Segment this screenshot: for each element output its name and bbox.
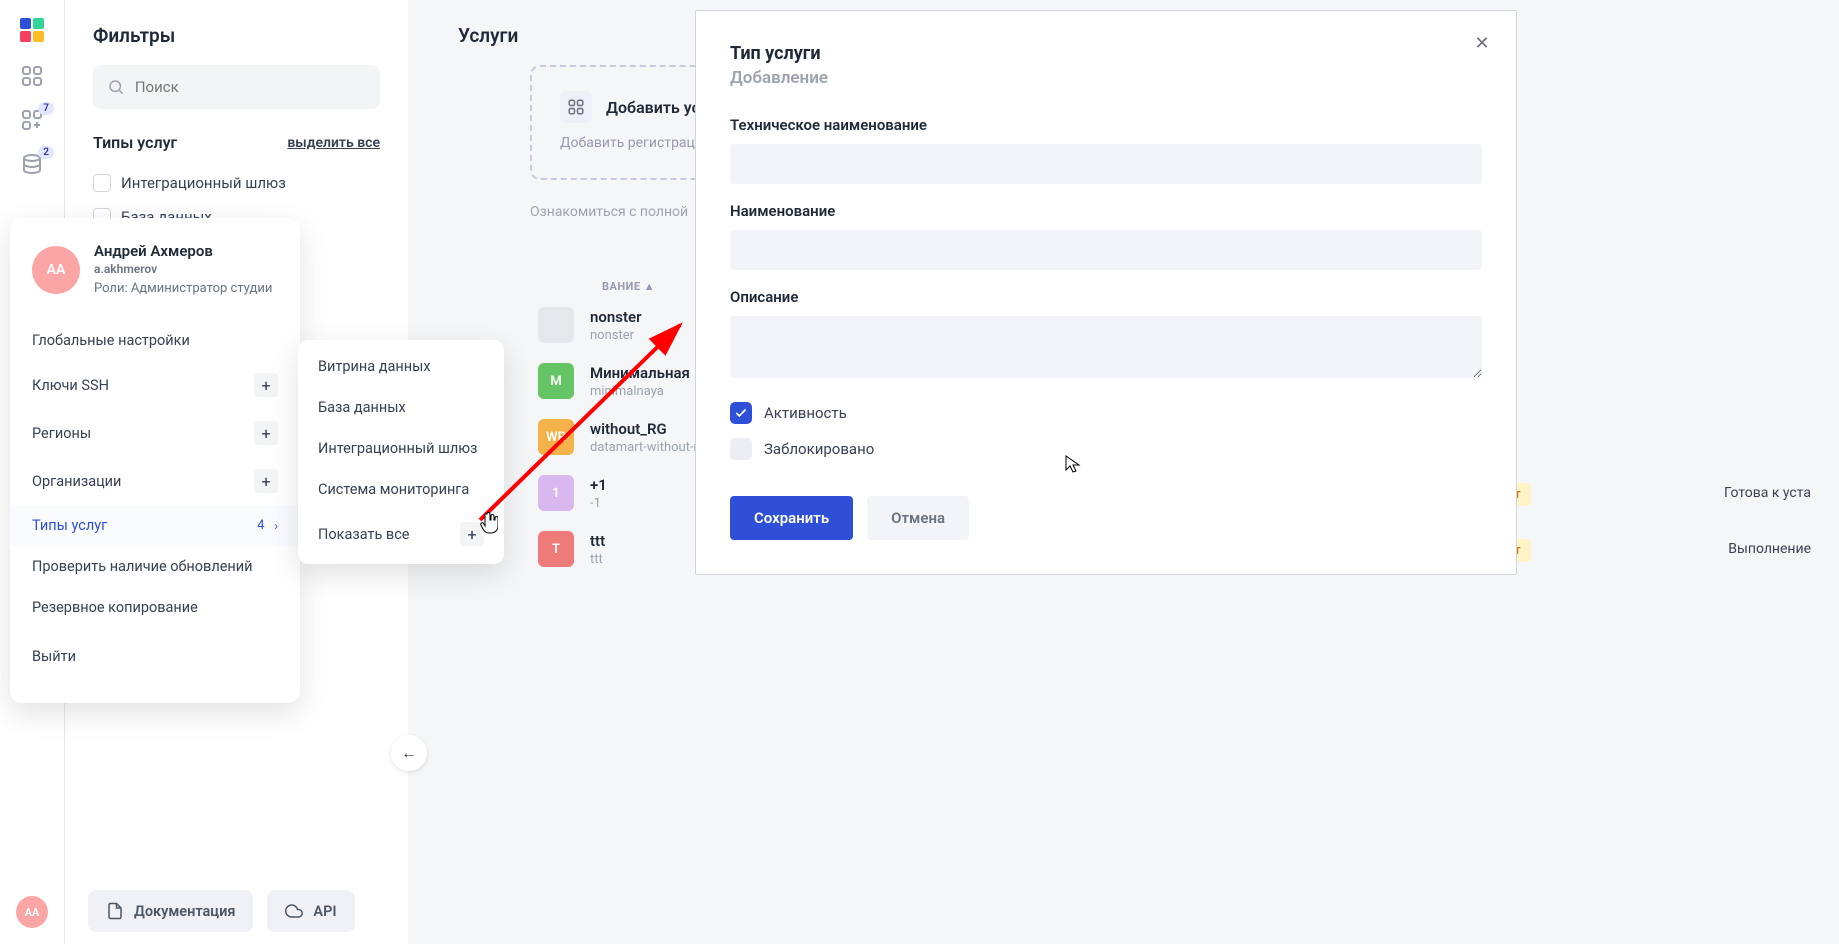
service-avatar: 1 xyxy=(538,475,574,511)
docs-button[interactable]: Документация xyxy=(88,890,253,932)
input-name[interactable] xyxy=(730,230,1482,270)
nav-apps-icon[interactable]: 7 xyxy=(20,108,44,132)
label-description: Описание xyxy=(730,288,1482,306)
search-input[interactable] xyxy=(135,78,366,96)
service-avatar: M xyxy=(538,363,574,399)
nav-dashboard-icon[interactable] xyxy=(20,64,44,88)
submenu-item[interactable]: Витрина данных xyxy=(298,346,504,387)
api-button[interactable]: API xyxy=(267,890,354,932)
checkbox-icon[interactable] xyxy=(93,174,111,192)
menu-item-service-types[interactable]: Типы услуг 4 › xyxy=(10,505,300,546)
nav-database-icon[interactable]: 2 xyxy=(20,152,44,176)
docs-label: Документация xyxy=(134,903,235,920)
filter-section-title: Типы услуг xyxy=(93,133,177,152)
menu-label: Проверить наличие обновлений xyxy=(32,558,253,575)
app-logo xyxy=(18,16,46,44)
add-service-type-button[interactable]: + xyxy=(460,522,484,546)
input-tech-name[interactable] xyxy=(730,144,1482,184)
menu-label: Ключи SSH xyxy=(32,377,109,394)
filter-item[interactable]: Интеграционный шлюз xyxy=(93,166,380,200)
menu-label: Организации xyxy=(32,473,121,490)
rail-avatar[interactable]: AA xyxy=(16,896,48,928)
filter-select-all[interactable]: выделить все xyxy=(287,135,380,151)
user-popover: АА Андрей Ахмеров a.akhmerov Роли: Админ… xyxy=(10,218,300,703)
document-icon xyxy=(106,902,124,920)
submenu-label: База данных xyxy=(318,399,406,416)
filter-item-label: Интеграционный шлюз xyxy=(121,174,286,192)
cancel-button[interactable]: Отмена xyxy=(867,496,969,540)
submenu-item[interactable]: Система мониторинга xyxy=(298,469,504,510)
menu-item-updates[interactable]: Проверить наличие обновлений xyxy=(10,546,300,587)
service-avatar xyxy=(538,307,574,343)
nav-db-badge: 2 xyxy=(38,146,54,159)
label-name: Наименование xyxy=(730,202,1482,220)
add-ssh-button[interactable]: + xyxy=(254,373,278,397)
service-types-count: 4 xyxy=(257,518,264,533)
menu-item-global[interactable]: Глобальные настройки xyxy=(10,320,300,361)
checkbox-locked[interactable] xyxy=(730,438,752,460)
filters-title: Фильтры xyxy=(93,24,380,47)
api-label: API xyxy=(313,903,336,920)
input-description[interactable] xyxy=(730,316,1482,378)
user-avatar: АА xyxy=(32,246,80,294)
save-button[interactable]: Сохранить xyxy=(730,496,853,540)
menu-item-regions[interactable]: Регионы + xyxy=(10,409,300,457)
service-avatar: WR xyxy=(538,419,574,455)
submenu-label: Витрина данных xyxy=(318,358,431,375)
service-status: Готова к уста xyxy=(1724,485,1811,501)
menu-item-logout[interactable]: Выйти xyxy=(10,636,300,677)
menu-label: Глобальные настройки xyxy=(32,332,190,349)
nav-apps-badge: 7 xyxy=(38,102,54,115)
service-status: Выполнение xyxy=(1728,541,1811,557)
back-button[interactable]: ← xyxy=(391,735,427,771)
check-icon xyxy=(734,406,748,420)
menu-label: Резервное копирование xyxy=(32,599,198,616)
search-icon xyxy=(107,77,125,97)
checkbox-active[interactable] xyxy=(730,402,752,424)
label-tech-name: Техническое наименование xyxy=(730,116,1482,134)
menu-label: Выйти xyxy=(32,648,76,665)
add-org-button[interactable]: + xyxy=(254,469,278,493)
modal-subtitle: Добавление xyxy=(730,68,1482,88)
submenu-item[interactable]: Интеграционный шлюз xyxy=(298,428,504,469)
add-region-button[interactable]: + xyxy=(254,421,278,445)
submenu-item[interactable]: База данных xyxy=(298,387,504,428)
submenu-show-all[interactable]: Показать все + xyxy=(298,510,504,558)
service-avatar: T xyxy=(538,531,574,567)
modal-title: Тип услуги xyxy=(730,43,1482,64)
search-box[interactable] xyxy=(93,65,380,109)
menu-label: Типы услуг xyxy=(32,517,107,534)
menu-item-orgs[interactable]: Организации + xyxy=(10,457,300,505)
bottom-bar: Документация API xyxy=(88,890,355,932)
close-icon[interactable]: ✕ xyxy=(1470,31,1494,55)
submenu-label: Система мониторинга xyxy=(318,481,469,498)
user-login: a.akhmerov xyxy=(94,262,272,276)
user-roles: Роли: Администратор студии xyxy=(94,280,272,298)
service-type-modal: ✕ Тип услуги Добавление Техническое наим… xyxy=(695,10,1517,575)
cloud-icon xyxy=(285,902,303,920)
service-types-submenu: Витрина данных База данных Интеграционны… xyxy=(298,340,504,564)
submenu-label: Показать все xyxy=(318,526,410,543)
label-locked: Заблокировано xyxy=(764,440,874,458)
grid-icon xyxy=(560,91,592,123)
menu-item-ssh[interactable]: Ключи SSH + xyxy=(10,361,300,409)
menu-item-backup[interactable]: Резервное копирование xyxy=(10,587,300,628)
chevron-right-icon: › xyxy=(274,519,278,533)
user-name: Андрей Ахмеров xyxy=(94,242,272,260)
menu-label: Регионы xyxy=(32,425,91,442)
submenu-label: Интеграционный шлюз xyxy=(318,440,477,457)
label-active: Активность xyxy=(764,404,847,422)
